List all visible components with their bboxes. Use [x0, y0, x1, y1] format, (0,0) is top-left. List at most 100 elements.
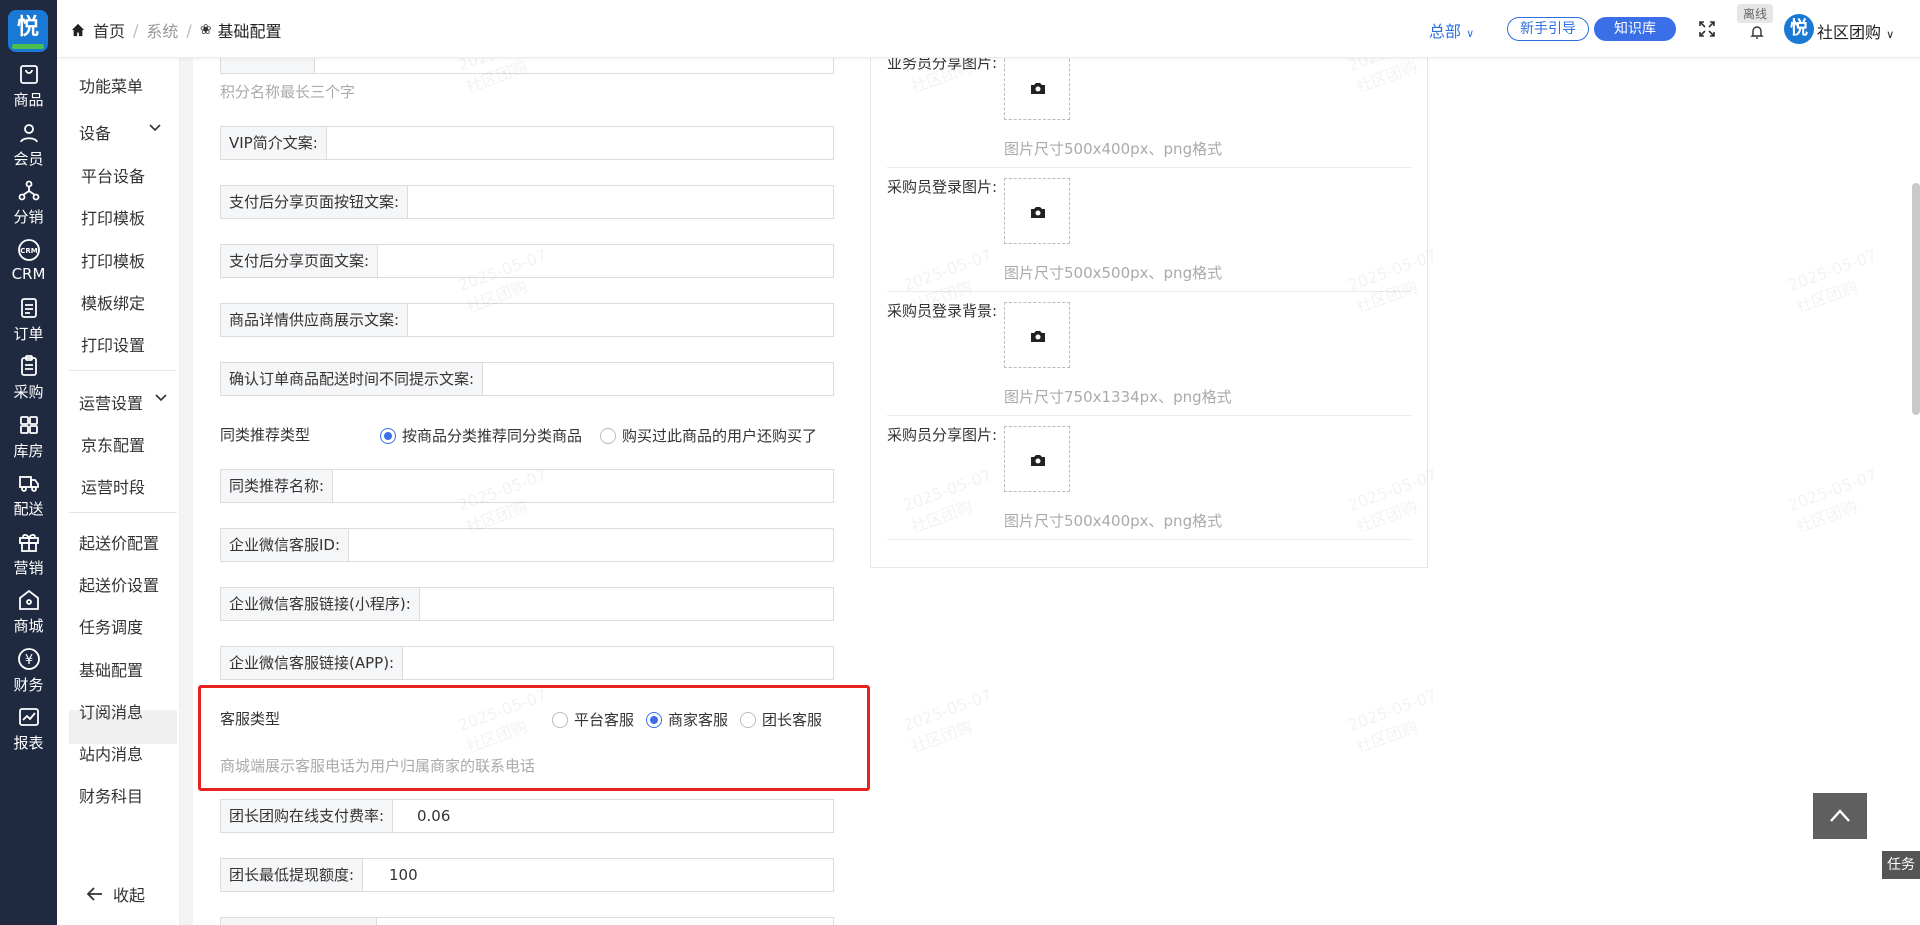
partial-field[interactable]: [220, 917, 834, 925]
arrow-left-icon: [87, 887, 102, 901]
rail-label: 采购: [13, 383, 44, 401]
online-pay-fee-field[interactable]: 团长团购在线支付费率: 0.06: [220, 799, 834, 833]
supplier-display-copy-field[interactable]: 商品详情供应商展示文案:: [220, 303, 834, 337]
similar-type-label: 同类推荐类型: [220, 426, 311, 444]
user-menu[interactable]: 社区团购 ∨: [1817, 19, 1894, 43]
sidebar-item-min-price-config[interactable]: 起送价配置: [79, 530, 159, 554]
hq-selector[interactable]: 总部 ∨: [1429, 18, 1474, 42]
upload-salesman-share[interactable]: [1004, 54, 1070, 120]
rail-item-report[interactable]: 报表: [0, 699, 57, 765]
sidebar-item-ops-period[interactable]: 运营时段: [81, 474, 145, 498]
notification-area[interactable]: 离线: [1737, 4, 1777, 54]
img-label-buyer-bg: 采购员登录背景:: [887, 302, 998, 320]
breadcrumb-separator: /: [133, 20, 139, 40]
image-settings-panel: 业务员分享图片: 图片尺寸500x400px、png格式 采购员登录图片: 图片…: [870, 48, 1428, 568]
task-button[interactable]: 任务: [1882, 851, 1920, 879]
sidebar-item-subscription-msg[interactable]: 订阅消息: [79, 699, 143, 723]
chevron-up-icon: [1830, 809, 1850, 822]
field-label: 同类推荐名称:: [221, 470, 334, 502]
sidebar-item-finance-subject[interactable]: 财务科目: [79, 783, 143, 807]
similar-type-category-radio[interactable]: 按商品分类推荐同分类商品: [380, 425, 582, 446]
rail-item-purchase[interactable]: 采购: [0, 348, 57, 414]
sidebar-item-print-template-2[interactable]: 打印模板: [81, 248, 145, 272]
rail-item-distribution[interactable]: 分销: [0, 173, 57, 239]
rail-label: 分销: [13, 208, 44, 226]
rail-item-member[interactable]: 会员: [0, 115, 57, 181]
rail-label: 商品: [13, 91, 44, 109]
min-withdraw-field[interactable]: 团长最低提现额度: 100: [220, 858, 834, 892]
field-label: 支付后分享页面文案:: [221, 245, 379, 277]
chart-icon: [18, 708, 39, 726]
rail-item-goods[interactable]: 商品: [0, 56, 57, 122]
rail-item-finance[interactable]: ¥ 财务: [0, 641, 57, 707]
sidebar-item-basic-config[interactable]: 基础配置: [79, 657, 143, 681]
rail-label: 库房: [13, 442, 44, 460]
sidebar-item-min-price-settings[interactable]: 起送价设置: [79, 572, 159, 596]
divider: [69, 370, 177, 371]
rail-item-delivery[interactable]: 配送: [0, 465, 57, 531]
field-label: 企业微信客服ID:: [221, 529, 350, 561]
guide-button[interactable]: 新手引导: [1507, 17, 1589, 41]
document-icon: [20, 298, 37, 318]
chevron-down-icon: [155, 394, 167, 402]
fullscreen-icon[interactable]: [1698, 20, 1716, 38]
app-logo[interactable]: 悦: [8, 10, 48, 52]
rail-item-order[interactable]: 订单: [0, 290, 57, 356]
knowledge-base-button[interactable]: 知识库: [1594, 17, 1676, 41]
sidebar-item-template-binding[interactable]: 模板绑定: [81, 290, 145, 314]
app-root: 悦 商品 会员 分销 CRM CRM 订单 采购 库房 配送 营销 商城 ¥ 财…: [0, 0, 1920, 925]
similar-type-bought-radio[interactable]: 购买过此商品的用户还购买了: [600, 425, 817, 446]
rail-item-warehouse[interactable]: 库房: [0, 407, 57, 473]
field-value: 100: [389, 866, 418, 884]
pay-share-page-copy-field[interactable]: 支付后分享页面文案:: [220, 244, 834, 278]
sidebar-item-task-scheduling[interactable]: 任务调度: [79, 614, 143, 638]
avatar[interactable]: 悦: [1784, 14, 1814, 44]
rail-label: 商城: [13, 617, 44, 635]
field-label: [221, 918, 377, 925]
divider: [69, 512, 177, 513]
upload-buyer-login[interactable]: [1004, 178, 1070, 244]
store-icon: [18, 589, 39, 610]
breadcrumb: 首页 / 系统 / ❀ 基础配置: [71, 18, 282, 42]
rail-item-mall[interactable]: 商城: [0, 582, 57, 648]
camera-icon: [1031, 207, 1045, 218]
sidebar-item-print-template[interactable]: 打印模板: [81, 205, 145, 229]
img-label-buyer-share: 采购员分享图片:: [887, 426, 998, 444]
sidebar-item-jd-config[interactable]: 京东配置: [81, 432, 145, 456]
settings-icon: ❀: [199, 22, 212, 38]
sidebar-group-ops[interactable]: 运营设置: [79, 390, 167, 414]
upload-buyer-share[interactable]: [1004, 426, 1070, 492]
collapse-button[interactable]: 收起: [87, 882, 145, 906]
rail-label: CRM: [11, 265, 46, 283]
wecom-app-link-field[interactable]: 企业微信客服链接(APP):: [220, 646, 834, 680]
bag-icon: [19, 65, 38, 84]
rail-item-crm[interactable]: CRM CRM: [0, 232, 57, 298]
upload-buyer-bg[interactable]: [1004, 302, 1070, 368]
pay-share-button-copy-field[interactable]: 支付后分享页面按钮文案:: [220, 185, 834, 219]
img-hint: 图片尺寸750x1334px、png格式: [1004, 388, 1232, 406]
sidebar-group-device[interactable]: 设备: [79, 120, 161, 144]
rail-item-marketing[interactable]: 营销: [0, 524, 57, 590]
wecom-mini-link-field[interactable]: 企业微信客服链接(小程序):: [220, 587, 834, 621]
sidebar-item-platform-device[interactable]: 平台设备: [81, 163, 145, 187]
vip-copy-field[interactable]: VIP简介文案:: [220, 126, 834, 160]
back-to-top-button[interactable]: [1813, 793, 1867, 839]
sidebar-item-function-menu[interactable]: 功能菜单: [79, 73, 143, 97]
chevron-down-icon: ∨: [1466, 27, 1475, 40]
camera-icon: [1031, 83, 1045, 94]
camera-icon: [1031, 331, 1045, 342]
delivery-time-tip-field[interactable]: 确认订单商品配送时间不同提示文案:: [220, 362, 834, 396]
similar-name-field[interactable]: 同类推荐名称:: [220, 469, 834, 503]
truck-icon: [18, 476, 39, 492]
page-scrollbar[interactable]: [1912, 183, 1920, 415]
sidebar-item-print-settings[interactable]: 打印设置: [81, 332, 145, 356]
breadcrumb-home[interactable]: 首页: [93, 18, 125, 42]
sidebar-item-inbox-msg[interactable]: 站内消息: [79, 741, 143, 765]
wecom-id-field[interactable]: 企业微信客服ID:: [220, 528, 834, 562]
share-network-icon: [18, 180, 39, 201]
field-label: 支付后分享页面按钮文案:: [221, 186, 409, 218]
breadcrumb-system[interactable]: 系统: [146, 18, 178, 42]
divider: [887, 415, 1411, 416]
content-gutter: [180, 58, 193, 925]
rail-label: 报表: [13, 734, 44, 752]
